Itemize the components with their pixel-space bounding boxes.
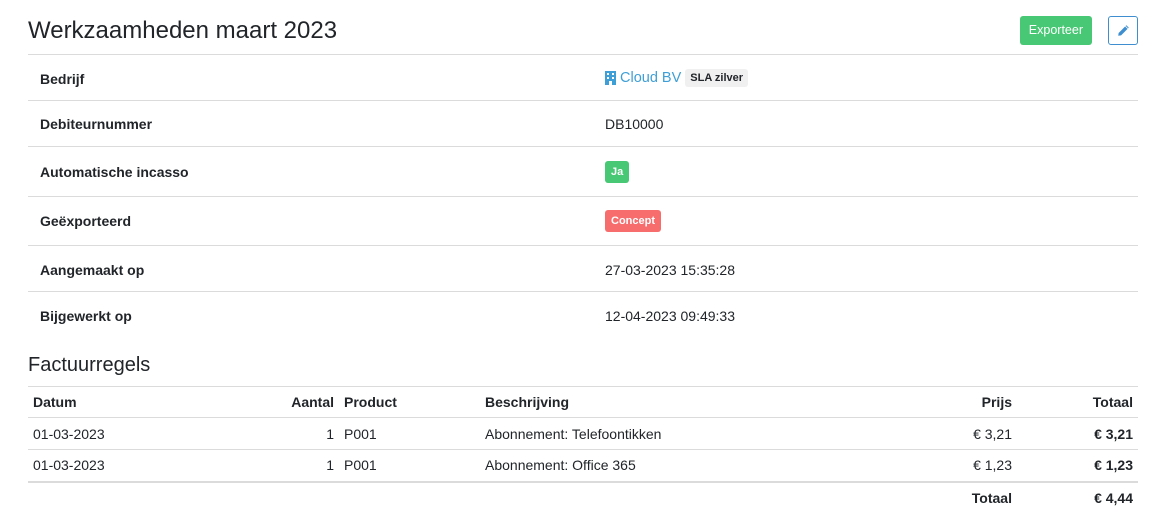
page-header: Werkzaamheden maart 2023 Exporteer — [28, 14, 1138, 54]
debtor-label: Debiteurnummer — [40, 116, 153, 132]
company-value: Cloud BV SLA zilver — [605, 69, 749, 87]
export-button[interactable]: Exporteer — [1019, 16, 1092, 45]
footer-total-label: Totaal — [971, 490, 1012, 506]
column-header-total: Totaal — [1017, 386, 1138, 418]
cell-date: 01-03-2023 — [28, 417, 148, 450]
direct-debit-label: Automatische incasso — [40, 164, 189, 180]
exported-value: Concept — [605, 210, 661, 232]
cell-quantity: 1 — [148, 417, 339, 450]
table-footer-row: Totaal € 4,44 — [28, 482, 1138, 514]
company-name: Cloud BV — [620, 70, 682, 86]
debtor-value: DB10000 — [605, 116, 664, 132]
cell-total: € 3,21 — [1017, 417, 1138, 450]
building-icon — [605, 71, 616, 85]
table-row: 01-03-2023 1 P001 Abonnement: Telefoonti… — [28, 417, 1138, 450]
cell-quantity: 1 — [148, 449, 339, 483]
sla-tag: SLA zilver — [685, 69, 749, 87]
column-header-quantity: Aantal — [148, 386, 339, 418]
cell-description: Abonnement: Telefoontikken — [480, 417, 880, 450]
detail-row-updated: Bijgewerkt op 12-04-2023 09:49:33 — [28, 292, 1138, 338]
detail-row-created: Aangemaakt op 27-03-2023 15:35:28 — [28, 246, 1138, 292]
cell-price: € 1,23 — [880, 449, 1017, 483]
invoice-lines-table: Datum Aantal Product Beschrijving Prijs … — [28, 386, 1138, 514]
created-value: 27-03-2023 15:35:28 — [605, 262, 735, 278]
details-table: Bedrijf Cloud BV SLA zilver Debiteurnumm… — [28, 54, 1138, 338]
table-header-row: Datum Aantal Product Beschrijving Prijs … — [28, 386, 1138, 418]
footer-total-value: € 4,44 — [1094, 490, 1133, 506]
cell-total: € 1,23 — [1017, 449, 1138, 483]
cell-description: Abonnement: Office 365 — [480, 449, 880, 483]
direct-debit-badge: Ja — [605, 161, 630, 183]
exported-label: Geëxporteerd — [40, 213, 132, 229]
created-label: Aangemaakt op — [40, 262, 145, 278]
detail-row-debtor: Debiteurnummer DB10000 — [28, 101, 1138, 147]
updated-value: 12-04-2023 09:49:33 — [605, 308, 735, 324]
cell-date: 01-03-2023 — [28, 449, 148, 483]
cell-price: € 3,21 — [880, 417, 1017, 450]
exported-status-badge: Concept — [605, 210, 661, 232]
cell-product: P001 — [339, 449, 480, 483]
detail-row-company: Bedrijf Cloud BV SLA zilver — [28, 55, 1138, 101]
updated-label: Bijgewerkt op — [40, 308, 132, 324]
column-header-product: Product — [339, 386, 480, 418]
invoice-lines-title: Factuurregels — [28, 354, 151, 376]
detail-row-direct-debit: Automatische incasso Ja — [28, 147, 1138, 197]
direct-debit-value: Ja — [605, 161, 630, 183]
detail-row-exported: Geëxporteerd Concept — [28, 197, 1138, 246]
page-title: Werkzaamheden maart 2023 — [28, 17, 338, 44]
edit-button[interactable] — [1108, 16, 1138, 45]
column-header-description: Beschrijving — [480, 386, 880, 418]
table-row: 01-03-2023 1 P001 Abonnement: Office 365… — [28, 449, 1138, 483]
pencil-icon — [1117, 25, 1129, 36]
cell-product: P001 — [339, 417, 480, 450]
column-header-price: Prijs — [880, 386, 1017, 418]
company-link[interactable]: Cloud BV — [605, 70, 681, 86]
column-header-date: Datum — [28, 386, 148, 418]
company-label: Bedrijf — [40, 71, 85, 87]
